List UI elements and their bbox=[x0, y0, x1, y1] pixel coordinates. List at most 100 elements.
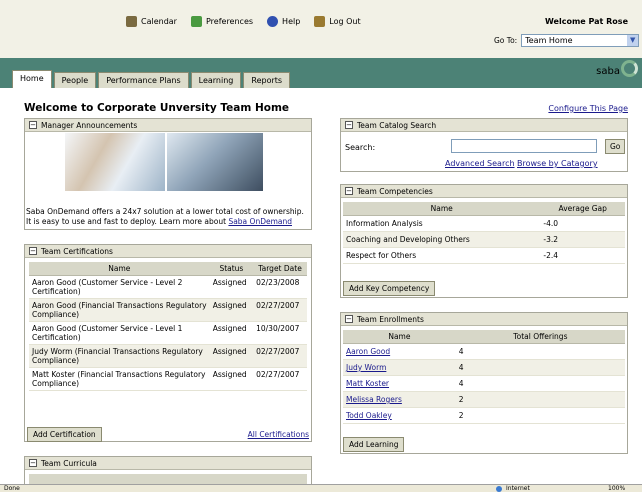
go-button[interactable]: Go bbox=[605, 139, 626, 154]
enrollee-name-link[interactable]: Judy Worm bbox=[343, 359, 456, 376]
collapse-icon[interactable]: − bbox=[29, 459, 37, 467]
cert-name: Matt Koster (Financial Transactions Regu… bbox=[29, 367, 210, 391]
tab-learning[interactable]: Learning bbox=[190, 72, 242, 88]
competencies-title: Team Competencies bbox=[357, 186, 433, 196]
add-learning-button[interactable]: Add Learning bbox=[343, 437, 405, 452]
table-row: Melissa Rogers 2 bbox=[343, 391, 625, 408]
preferences-label: Preferences bbox=[205, 17, 254, 26]
search-label: Search: bbox=[345, 143, 376, 152]
preferences-link[interactable]: Preferences bbox=[190, 16, 254, 27]
competencies-panel: − Team Competencies Name Average Gap Inf… bbox=[340, 184, 628, 298]
enrollee-name-link[interactable]: Melissa Rogers bbox=[343, 391, 456, 408]
table-row: Judy Worm (Financial Transactions Regula… bbox=[29, 344, 307, 368]
collapse-icon[interactable]: − bbox=[29, 247, 37, 255]
column-header-target-date: Target Date bbox=[253, 262, 307, 276]
saba-ondemand-link[interactable]: Saba OnDemand bbox=[228, 217, 292, 226]
collapse-icon[interactable]: − bbox=[345, 187, 353, 195]
collapse-icon[interactable]: − bbox=[29, 121, 37, 129]
top-bar: Calendar Preferences Help Log Out Welcom… bbox=[0, 0, 642, 58]
cert-status: Assigned bbox=[209, 298, 254, 322]
certifications-panel: − Team Certifications Name Status Target… bbox=[24, 244, 312, 442]
enrollments-table: Name Total Offerings Aaron Good 4 Judy W… bbox=[343, 330, 625, 424]
enrollments-header: − Team Enrollments bbox=[341, 313, 627, 326]
enrollments-title: Team Enrollments bbox=[357, 314, 424, 324]
cert-date: 02/23/2008 bbox=[253, 275, 307, 299]
announcements-header: − Manager Announcements bbox=[25, 119, 311, 132]
page-title: Welcome to Corporate Unversity Team Home bbox=[24, 102, 290, 114]
goto-label: Go To: bbox=[494, 36, 518, 45]
table-row: Respect for Others -2.4 bbox=[343, 247, 625, 264]
browser-status-bar: Done Internet 100% bbox=[0, 484, 642, 492]
enrollee-name-link[interactable]: Matt Koster bbox=[343, 375, 456, 392]
tab-people[interactable]: People bbox=[53, 72, 97, 88]
table-row: Aaron Good 4 bbox=[343, 343, 625, 360]
main-tabs: Home People Performance Plans Learning R… bbox=[12, 70, 291, 88]
announcements-title: Manager Announcements bbox=[41, 120, 138, 130]
table-header-row: Name Total Offerings bbox=[343, 330, 625, 344]
table-row: Aaron Good (Customer Service - Level 1 C… bbox=[29, 321, 307, 345]
catalog-search-input[interactable] bbox=[451, 139, 597, 153]
tab-strip: Home People Performance Plans Learning R… bbox=[0, 58, 642, 88]
handshake-image bbox=[167, 133, 263, 191]
enrollee-name-link[interactable]: Aaron Good bbox=[343, 343, 456, 360]
competencies-header: − Team Competencies bbox=[341, 185, 627, 198]
help-label: Help bbox=[282, 17, 301, 26]
saba-logo-icon bbox=[621, 60, 638, 77]
tab-performance-plans[interactable]: Performance Plans bbox=[98, 72, 189, 88]
table-row: Coaching and Developing Others -3.2 bbox=[343, 231, 625, 248]
curricula-panel: − Team Curricula bbox=[24, 456, 312, 486]
competency-name: Information Analysis bbox=[343, 215, 541, 232]
table-row: Todd Oakley 2 bbox=[343, 407, 625, 424]
saba-logo: saba bbox=[596, 66, 620, 77]
preferences-icon bbox=[190, 16, 202, 27]
collapse-icon[interactable]: − bbox=[345, 121, 353, 129]
calendar-link[interactable]: Calendar bbox=[126, 16, 177, 27]
business-people-image bbox=[65, 133, 165, 191]
cert-status: Assigned bbox=[209, 367, 254, 391]
competencies-table-wrap: Name Average Gap Information Analysis -4… bbox=[341, 198, 627, 264]
add-certification-button[interactable]: Add Certification bbox=[27, 427, 102, 442]
collapse-icon[interactable]: − bbox=[345, 315, 353, 323]
welcome-text: Welcome Pat Rose bbox=[545, 17, 628, 26]
enrollee-name-link[interactable]: Todd Oakley bbox=[343, 407, 456, 424]
enrollments-table-wrap: Name Total Offerings Aaron Good 4 Judy W… bbox=[341, 326, 627, 424]
goto-select[interactable]: Team Home ▼ bbox=[521, 34, 640, 47]
competency-gap: -3.2 bbox=[540, 231, 625, 248]
column-header-name: Name bbox=[343, 330, 456, 344]
configure-page-link[interactable]: Configure This Page bbox=[548, 104, 628, 113]
cert-date: 02/27/2007 bbox=[253, 298, 307, 322]
advanced-search-link[interactable]: Advanced Search bbox=[445, 159, 515, 168]
internet-zone-label: Internet bbox=[506, 485, 530, 492]
tab-home[interactable]: Home bbox=[12, 70, 52, 88]
all-certifications-link[interactable]: All Certifications bbox=[248, 430, 309, 439]
enrollee-offerings: 2 bbox=[455, 407, 625, 424]
logout-link[interactable]: Log Out bbox=[314, 16, 361, 27]
cert-name: Judy Worm (Financial Transactions Regula… bbox=[29, 344, 210, 368]
help-icon bbox=[267, 16, 279, 27]
add-key-competency-button[interactable]: Add Key Competency bbox=[343, 281, 436, 296]
table-row: Information Analysis -4.0 bbox=[343, 215, 625, 232]
tab-reports[interactable]: Reports bbox=[243, 72, 291, 88]
cert-name: Aaron Good (Customer Service - Level 2 C… bbox=[29, 275, 210, 299]
status-text: Done bbox=[4, 485, 20, 492]
enrollee-offerings: 4 bbox=[455, 343, 625, 360]
calendar-label: Calendar bbox=[141, 17, 177, 26]
zoom-level[interactable]: 100% bbox=[608, 485, 625, 492]
chevron-down-icon[interactable]: ▼ bbox=[627, 35, 639, 46]
competency-name: Coaching and Developing Others bbox=[343, 231, 541, 248]
catalog-search-title: Team Catalog Search bbox=[357, 120, 437, 130]
cert-name: Aaron Good (Financial Transactions Regul… bbox=[29, 298, 210, 322]
column-header-total-offerings: Total Offerings bbox=[455, 330, 625, 344]
browse-by-category-link[interactable]: Browse by Catagory bbox=[517, 159, 598, 168]
curricula-title: Team Curricula bbox=[41, 458, 97, 468]
curricula-table-header bbox=[29, 474, 307, 484]
column-header-average-gap: Average Gap bbox=[540, 202, 625, 216]
cert-date: 02/27/2007 bbox=[253, 344, 307, 368]
cert-name: Aaron Good (Customer Service - Level 1 C… bbox=[29, 321, 210, 345]
column-header-status: Status bbox=[209, 262, 254, 276]
help-link[interactable]: Help bbox=[267, 16, 300, 27]
column-header-name: Name bbox=[29, 262, 210, 276]
certifications-title: Team Certifications bbox=[41, 246, 113, 256]
logout-label: Log Out bbox=[329, 17, 361, 26]
column-header-name: Name bbox=[343, 202, 541, 216]
